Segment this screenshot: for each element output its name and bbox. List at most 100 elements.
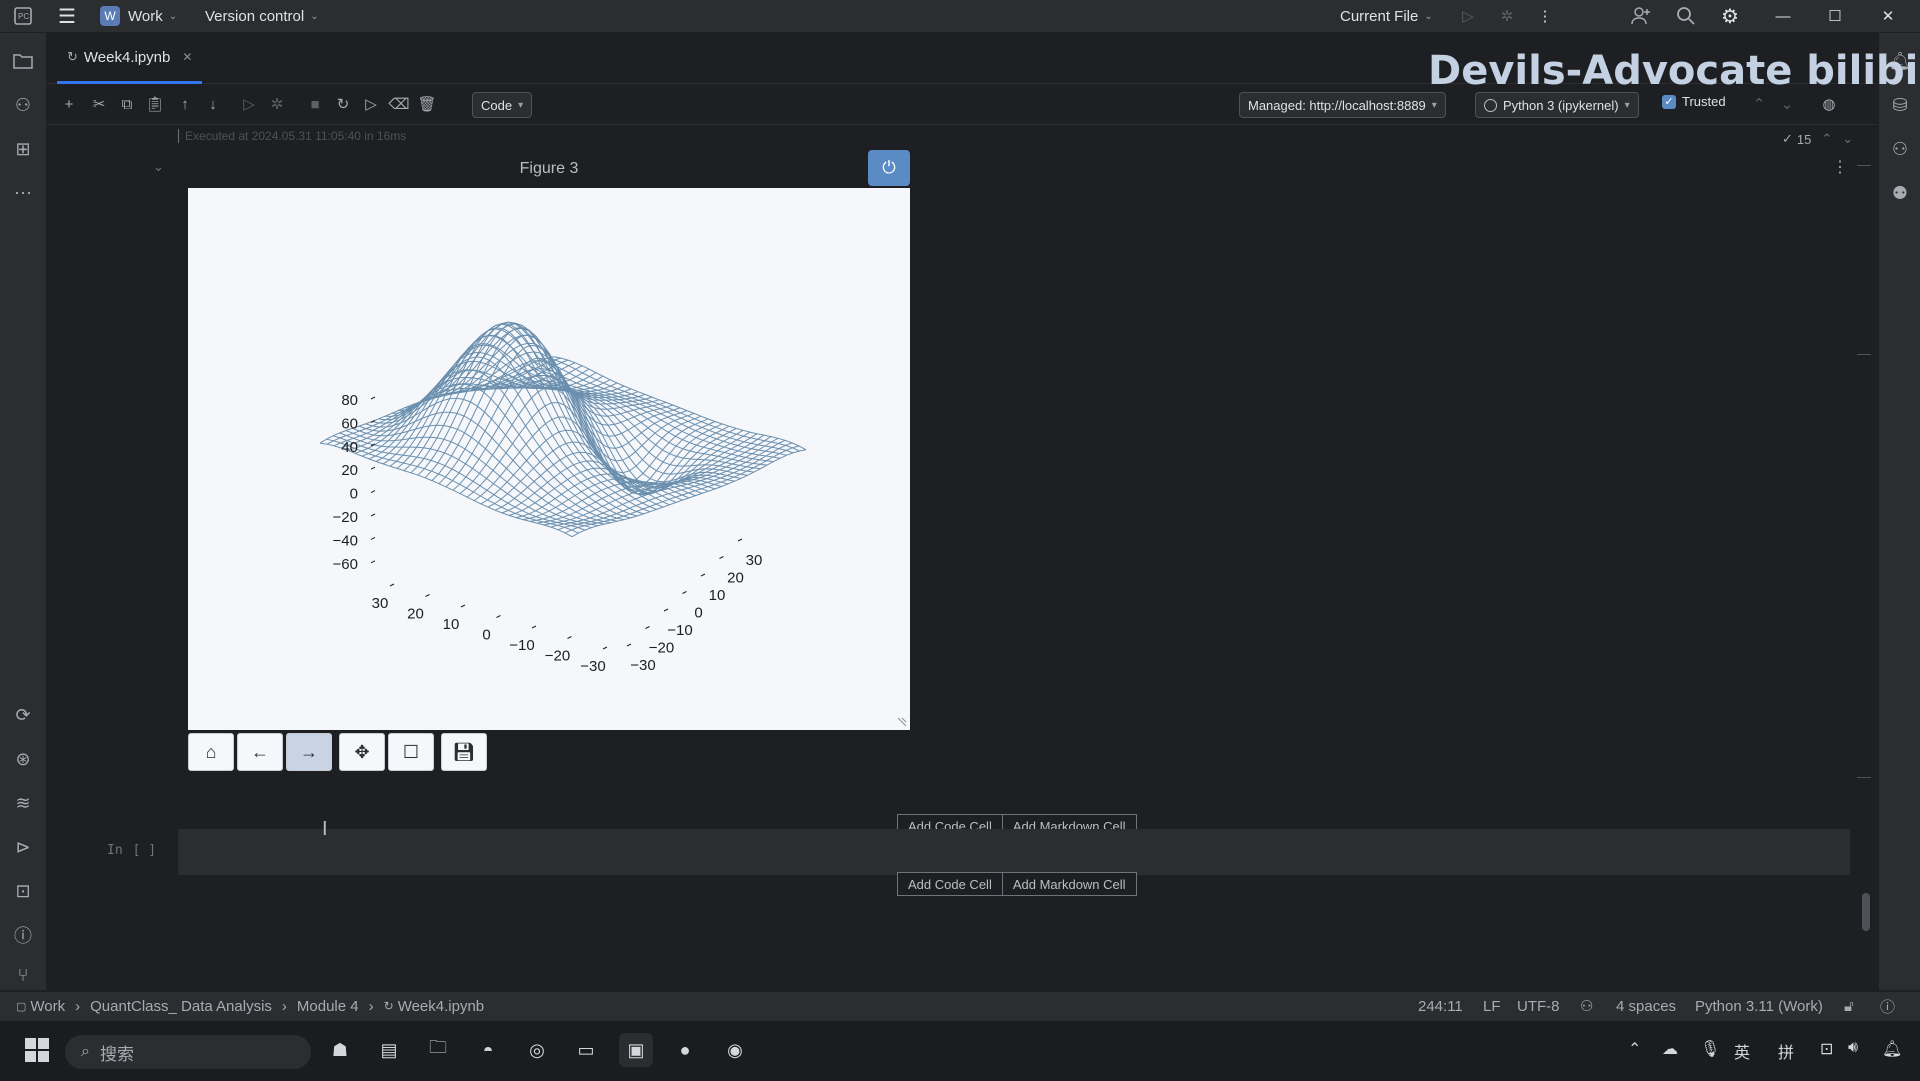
home-icon[interactable]: ⌂ [188,733,234,771]
breadcrumb-item[interactable]: Work [30,998,65,1015]
close-tab-icon[interactable]: ✕ [182,50,192,64]
chevron-up-icon[interactable]: ⌃ [1821,131,1832,147]
windows-start-icon[interactable] [20,1033,54,1067]
chrome-icon[interactable]: ◉ [718,1033,752,1067]
file-explorer-icon[interactable]: 🗀︎ [421,1033,455,1067]
project-folder-icon[interactable] [0,45,46,77]
jupyter-icon[interactable]: ⚇ [0,89,46,121]
remote-desktop-icon[interactable]: ▭ [569,1033,603,1067]
cut-icon[interactable]: ✂ [87,92,111,116]
chevron-up-icon[interactable]: ⌃ [1747,92,1771,116]
project-selector[interactable]: W Work ⌄ [100,0,177,32]
paste-icon[interactable]: 📋︎ [143,92,167,116]
collapse-output-icon[interactable]: ⌄ [153,159,164,175]
debug-cell-icon[interactable]: ✲ [265,92,289,116]
empty-code-cell[interactable] [178,829,1850,875]
pan-icon[interactable]: ✥ [339,733,385,771]
stop-icon[interactable]: ■ [303,92,327,116]
tab-week4-ipynb[interactable]: ↻ Week4.ipynb ✕ [57,33,203,84]
obs-icon[interactable]: ● [668,1033,702,1067]
breadcrumb-item[interactable]: Module 4 [297,998,359,1015]
run-config-label: Current File [1340,7,1419,25]
delete-cell-icon[interactable]: 🗑︎ [415,92,439,116]
file-encoding[interactable]: UTF-8 [1517,992,1560,1020]
globe-icon[interactable]: ◍ [1817,92,1841,116]
ime-language[interactable]: 英 [1734,1039,1750,1063]
vcs-menu[interactable]: Version control ⌄ [205,0,319,32]
chevron-down-icon[interactable]: ⌄ [1842,131,1853,147]
inspection-widget[interactable]: ✓ 15 ⌃ ⌄ [1782,131,1853,147]
back-arrow-icon[interactable]: ← [237,733,283,771]
restart-kernel-icon[interactable]: ↻ [331,92,355,116]
pycharm-logo-icon[interactable]: PC [10,0,36,32]
search-icon[interactable] [1673,0,1699,32]
taskbar-search[interactable]: ⌕ 搜索 [65,1035,311,1069]
python-console-icon[interactable]: ⊛ [0,743,46,775]
debug-icon[interactable]: ✲ [1494,0,1520,32]
problems-icon[interactable]: ⓘ [0,919,46,951]
network-icon[interactable]: ⊡ [1820,1039,1833,1059]
save-icon[interactable]: 💾︎ [441,733,487,771]
microphone-icon[interactable]: 🎙︎ [1700,1039,1720,1059]
add-user-icon[interactable] [1628,0,1654,32]
main-menu-icon[interactable]: ☰ [54,0,80,32]
run-icon[interactable]: ▷ [1455,0,1481,32]
run-cell-icon[interactable]: ▷ [237,92,261,116]
trusted-checkbox[interactable]: ✓ Trusted [1662,94,1726,109]
interpreter[interactable]: Python 3.11 (Work) [1695,992,1823,1020]
copilot-icon[interactable]: ⚉ [1877,177,1920,209]
info-icon[interactable]: ⓘ [1880,992,1895,1020]
chevron-down-icon[interactable]: ⌄ [1775,92,1799,116]
structure-icon[interactable]: ⊞ [0,133,46,165]
cloud-icon[interactable]: ☁ [1662,1039,1678,1059]
wechat-icon[interactable]: ◎ [520,1033,554,1067]
ime-mode[interactable]: 拼 [1778,1039,1794,1063]
app-launcher-icon[interactable]: ☗ [323,1033,357,1067]
copy-icon[interactable]: ⧉ [115,92,139,116]
figure-canvas[interactable]: 80 60 40 20 0 −20 −40 −60 30 20 10 0 −10 −20 −30 30 20 10… [188,188,910,730]
volume-icon[interactable]: 🔊︎ [1848,1039,1858,1057]
more-actions-icon[interactable]: ⋮ [1532,0,1558,32]
more-tools-icon[interactable]: ⋯ [0,177,46,209]
svg-text:PC: PC [18,12,29,21]
breadcrumb-item[interactable]: Week4.ipynb [398,998,484,1015]
server-dropdown[interactable]: Managed: http://localhost:8889 ▾ [1239,92,1446,118]
cursor-position[interactable]: 244:11 [1418,992,1463,1020]
minimize-icon[interactable]: — [1770,0,1796,32]
layers-icon[interactable]: ≋ [0,787,46,819]
maximize-icon[interactable]: ☐ [1822,0,1848,32]
add-cell-icon[interactable]: + [57,92,81,116]
lock-icon[interactable]: 🔓︎ [1844,992,1854,1020]
cat-app-icon[interactable]: ◓ [471,1033,505,1067]
zoom-rect-icon[interactable]: ☐ [388,733,434,771]
cell-more-icon[interactable]: ⋮ [1832,157,1848,177]
scrollbar-thumb[interactable] [1862,893,1870,931]
services-icon[interactable]: ⊳ [0,831,46,863]
settings-gear-icon[interactable]: ⚙ [1717,0,1743,32]
run-all-icon[interactable]: ▷ [359,92,383,116]
move-up-icon[interactable]: ↑ [173,92,197,116]
chevron-up-icon[interactable]: ⌃ [1628,1039,1641,1059]
forward-arrow-icon[interactable]: → [286,733,332,771]
indent-setting[interactable]: 4 spaces [1616,992,1676,1020]
move-down-icon[interactable]: ↓ [201,92,225,116]
cell-type-dropdown[interactable]: Code ▾ [472,92,533,118]
kernel-dropdown[interactable]: Python 3 (ipykernel) ▾ [1475,92,1639,118]
ai-status-icon[interactable]: ⚇ [1580,992,1593,1020]
task-view-icon[interactable]: ▤ [372,1033,406,1067]
add-markdown-cell-button[interactable]: Add Markdown Cell [1002,872,1137,896]
close-icon[interactable]: ✕ [1875,0,1901,32]
terminal-icon[interactable]: ⊡ [0,875,46,907]
refresh-icon[interactable]: ⟳ [0,699,46,731]
tick-label: 80 [341,392,358,409]
git-icon[interactable]: ⑂ [0,959,46,991]
pycharm-taskbar-icon[interactable]: ▣ [619,1033,653,1067]
run-config-selector[interactable]: Current File ⌄ [1340,0,1433,32]
power-button[interactable]: ⏻ [868,150,910,186]
ai-assistant-icon[interactable]: ⚇ [1877,133,1920,165]
add-code-cell-button[interactable]: Add Code Cell [897,872,1003,896]
clear-outputs-icon[interactable]: ⌫ [387,92,411,116]
notification-bell-icon[interactable]: 🔔︎ [1882,1039,1902,1059]
line-ending[interactable]: LF [1483,992,1501,1020]
breadcrumb-item[interactable]: QuantClass_ Data Analysis [90,998,272,1015]
